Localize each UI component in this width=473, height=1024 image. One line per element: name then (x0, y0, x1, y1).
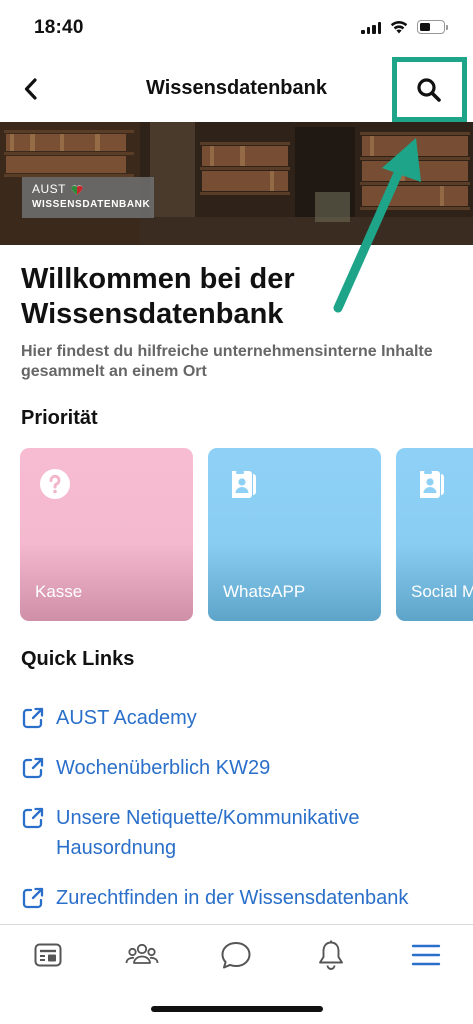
welcome-title: Willkommen bei der Wissensdatenbank (21, 263, 295, 330)
status-time: 18:40 (34, 17, 84, 38)
menu-icon (411, 944, 441, 966)
quick-links-list: AUST Academy Wochenüberblich KW29 Unsere… (21, 703, 461, 913)
priority-card-social-media[interactable]: Social Media (396, 448, 473, 621)
quick-link-zurechtfinden[interactable]: Zurechtfinden in der Wissensdatenbank (21, 883, 461, 913)
welcome-subtitle: Hier findest du hilfreiche unternehmensi… (21, 343, 433, 380)
tab-chat[interactable] (213, 935, 259, 975)
tab-news-feed[interactable] (25, 935, 71, 975)
quick-link-aust-academy[interactable]: AUST Academy (21, 703, 461, 733)
quick-link-label: Unsere Netiquette/Kommunikative Hausordn… (56, 807, 360, 859)
contact-card-icon (420, 471, 444, 498)
card-label: Kasse (35, 582, 83, 601)
bell-icon (319, 940, 343, 970)
heart-logo-icon (71, 184, 83, 195)
search-button[interactable] (392, 58, 466, 122)
navigation-bar: Wissensdatenbank (0, 58, 473, 120)
tab-menu[interactable] (403, 935, 449, 975)
priority-card-carousel[interactable]: Kasse WhatsAPP Social Media (20, 448, 473, 623)
question-icon (40, 469, 70, 499)
card-label: Social Media (411, 582, 473, 601)
cellular-signal-icon (361, 21, 381, 34)
quick-link-label: Zurechtfinden in der Wissensdatenbank (56, 887, 409, 909)
hero-banner-image: AUST WISSENSDATENBANK (0, 122, 473, 245)
quick-link-wochenueberblick[interactable]: Wochenüberblich KW29 (21, 753, 461, 783)
brand-logo: AUST WISSENSDATENBANK (22, 177, 154, 218)
external-link-icon (22, 757, 44, 779)
tab-people[interactable] (119, 935, 165, 975)
logo-brand-text: AUST (32, 182, 67, 196)
external-link-icon (22, 887, 44, 909)
chat-bubble-icon (221, 942, 251, 969)
external-link-icon (22, 707, 44, 729)
home-indicator (151, 1006, 323, 1012)
priority-card-kasse[interactable]: Kasse (20, 448, 193, 621)
quick-links-section-title: Quick Links (21, 648, 135, 670)
quick-link-netiquette[interactable]: Unsere Netiquette/Kommunikative Hausordn… (21, 803, 461, 863)
quick-link-label: Wochenüberblich KW29 (56, 757, 271, 779)
quick-link-label: AUST Academy (56, 707, 197, 729)
priority-card-whatsapp[interactable]: WhatsAPP (208, 448, 381, 621)
card-label: WhatsAPP (223, 582, 306, 601)
search-icon (417, 78, 441, 102)
wifi-icon (390, 20, 408, 34)
status-bar: 18:40 (0, 0, 473, 58)
logo-title-text: WISSENSDATENBANK (32, 199, 151, 210)
battery-icon (417, 20, 448, 34)
external-link-icon (22, 807, 44, 829)
people-icon (125, 943, 159, 964)
priority-section-title: Priorität (21, 407, 98, 429)
tab-notifications[interactable] (308, 935, 354, 975)
contact-card-icon (232, 471, 256, 498)
news-feed-icon (34, 943, 62, 967)
status-icons (361, 20, 448, 34)
